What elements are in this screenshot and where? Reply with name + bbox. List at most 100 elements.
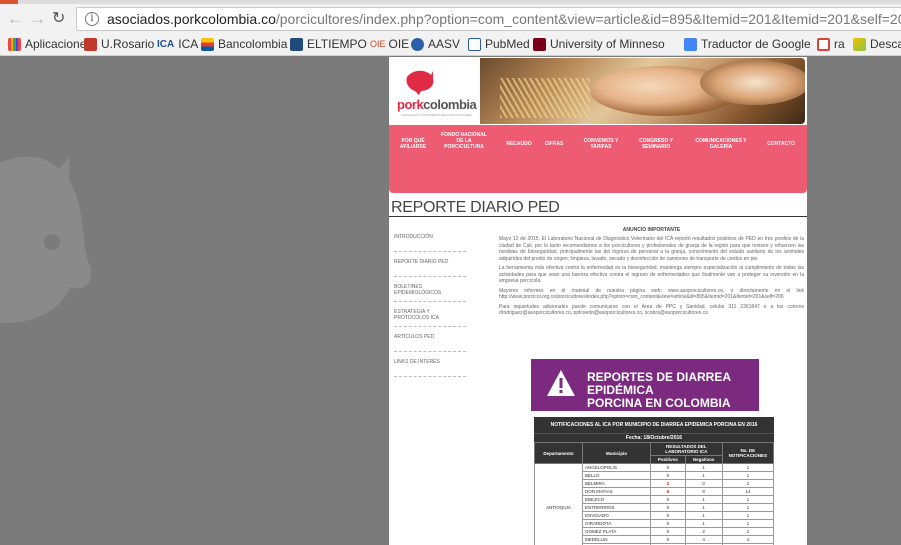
pig-silhouette-icon: [0, 156, 92, 323]
menu-item-congreso[interactable]: CONGRESO Y SEMINARIO: [635, 138, 677, 150]
sidebar-item-articulos[interactable]: ARTÍCULOS PED: [394, 327, 466, 352]
bookmark-ica[interactable]: ICA ICA: [157, 37, 198, 51]
menu-item-fondo-nacional[interactable]: FONDO NACIONAL DE LA PORCICULTURA: [440, 132, 488, 150]
aasv-icon: [411, 37, 424, 51]
url-path: /porcicultores/index.php?option=com_cont…: [275, 11, 901, 27]
municipio-cell: GIRARDOTA: [582, 519, 651, 528]
pos-cell: 0: [650, 503, 686, 512]
sidebar-item-estrategia[interactable]: ESTRATEGIA Y PROTOCOLOS ICA: [394, 302, 466, 327]
not-cell: 1: [721, 503, 775, 512]
pos-cell: 0: [650, 535, 686, 544]
sidebar-item-introduccion[interactable]: INTRODUCCIÓN: [394, 227, 466, 252]
info-icon[interactable]: i: [85, 12, 99, 26]
pos-cell: 0: [650, 527, 686, 536]
bookmark-label: AASV: [428, 37, 461, 51]
sidebar-nav: INTRODUCCIÓN REPORTE DIARIO PED BOLETINE…: [394, 227, 466, 377]
url-host: asociados.porkcolombia.co: [107, 11, 276, 27]
page-viewport[interactable]: porkcolombia ASOCIACIÓN COLOMBIANA DE PO…: [0, 57, 901, 545]
menu-item-afiliarse[interactable]: POR QUÉ AFILIARSE: [395, 138, 431, 150]
bookmark-pubmed[interactable]: PubMed: [468, 37, 530, 51]
url-text[interactable]: asociados.porkcolombia.co/porcicultores/…: [107, 11, 901, 27]
banner-roast-slice: [700, 60, 805, 105]
article-paragraph: La herramienta más efectiva contra la en…: [499, 265, 804, 284]
bookmark-label: ICA: [178, 37, 199, 51]
neg-cell: 1: [684, 495, 723, 504]
col-positivos: Positivos: [650, 455, 686, 464]
apps-grid-icon: [8, 37, 21, 51]
neg-cell: 1: [684, 503, 723, 512]
header-banner-image: [480, 58, 805, 124]
bookmark-umn[interactable]: University of Minneso: [533, 37, 665, 51]
menu-item-convenios[interactable]: CONVENIOS Y TARIFAS: [576, 138, 626, 150]
bookmark-descargas[interactable]: Descarg: [853, 37, 901, 51]
notifications-grid: Departamento Municipio RESULTADOS DEL LA…: [534, 442, 775, 545]
bancolombia-icon: [201, 37, 214, 51]
umn-icon: [533, 37, 546, 51]
neg-cell: 2: [684, 527, 723, 536]
bookmark-urosario[interactable]: U.Rosario: [84, 37, 154, 51]
not-cell: 1: [721, 463, 775, 472]
google-translate-icon: [684, 37, 697, 51]
municipio-cell: BELLO: [582, 471, 651, 480]
table-title: NOTIFICACIONES AL ICA POR MUNICIPIO DE D…: [534, 417, 774, 433]
sidebar-item-boletines[interactable]: BOLETINES EPIDEMIOLÓGICOS: [394, 277, 466, 302]
back-arrow-icon[interactable]: ←: [7, 9, 24, 29]
logo-suffix: colombia: [423, 97, 477, 112]
sidebar-item-links[interactable]: LINKS DE INTERÉS: [394, 352, 466, 377]
ica-logo-icon: ICA: [157, 38, 175, 50]
municipio-cell: MEDELLIN: [582, 535, 651, 544]
banner-line-2: PORCINA EN COLOMBIA: [587, 396, 731, 410]
table-row: ANTIOQUIA ANGELOPOLIS 0 1 1: [534, 463, 775, 545]
eltiempo-icon: [290, 37, 303, 51]
not-cell: 2: [721, 479, 775, 488]
municipio-cell: ANGELOPOLIS: [582, 463, 651, 472]
col-resultados: RESULTADOS DEL LABORATORIO ICA: [650, 442, 723, 456]
bookmark-aasv[interactable]: AASV: [411, 37, 460, 51]
main-menu: POR QUÉ AFILIARSE FONDO NACIONAL DE LA P…: [389, 125, 807, 193]
logo-prefix: pork: [397, 97, 424, 112]
col-municipio: Municipio: [582, 442, 651, 464]
bookmark-oie[interactable]: OIE OIE: [370, 37, 409, 51]
address-bar[interactable]: i asociados.porkcolombia.co/porcicultore…: [76, 7, 901, 31]
bookmark-gmail[interactable]: ra: [817, 37, 845, 51]
bookmark-translate[interactable]: Traductor de Google: [684, 37, 811, 51]
menu-item-recaudo[interactable]: RECAUDO: [502, 141, 536, 147]
oie-logo-icon: OIE: [370, 39, 386, 49]
banner-line-1: REPORTES DE DIARREA EPIDÉMICA: [587, 370, 731, 397]
not-cell: 1: [721, 495, 775, 504]
menu-item-contacto[interactable]: CONTACTO: [759, 141, 803, 147]
pos-cell: 0: [650, 471, 686, 480]
not-cell: 1: [721, 471, 775, 480]
neg-cell: 1: [684, 463, 723, 472]
bookmark-label: Bancolombia: [218, 37, 288, 51]
pos-cell: 0: [650, 511, 686, 520]
ped-notifications-table: NOTIFICACIONES AL ICA POR MUNICIPIO DE D…: [534, 417, 775, 545]
col-negativos: Negativos: [684, 455, 723, 464]
pos-cell: 0: [650, 463, 686, 472]
municipio-cell: ENTRERRIOS: [582, 503, 651, 512]
pos-cell: 0: [650, 495, 686, 504]
porkcolombia-logo[interactable]: porkcolombia ASOCIACIÓN COLOMBIANA DE PO…: [395, 67, 485, 119]
bookmark-label: Descarg: [870, 37, 901, 51]
neg-cell: 1: [684, 519, 723, 528]
neg-cell: 1: [684, 511, 723, 520]
neg-cell: 1: [684, 471, 723, 480]
warning-icon: [547, 370, 575, 396]
not-cell: 1: [721, 511, 775, 520]
sidebar-item-reporte-diario[interactable]: REPORTE DIARIO PED: [394, 252, 466, 277]
not-cell: 14: [721, 487, 775, 496]
ped-reports-banner[interactable]: REPORTES DE DIARREA EPIDÉMICA PORCINA EN…: [531, 359, 759, 411]
bookmark-bancolombia[interactable]: Bancolombia: [201, 37, 287, 51]
menu-item-comunicaciones[interactable]: COMUNICACIONES Y GALERÍA: [691, 138, 751, 150]
bookmark-label: Traductor de Google: [701, 37, 811, 51]
reload-icon[interactable]: ↻: [52, 9, 65, 29]
bookmark-apps[interactable]: Aplicaciones: [8, 37, 92, 51]
col-notificaciones: No. DE NOTIFICACIONES: [721, 442, 775, 464]
menu-item-cifras[interactable]: CIFRAS: [539, 141, 569, 147]
forward-arrow-icon[interactable]: →: [29, 9, 46, 29]
col-departamento: Departamento: [534, 442, 583, 464]
article-content: ANUNCIO IMPORTANTE Mayo 12 de 2015. El L…: [499, 227, 804, 320]
not-cell: 4: [721, 535, 775, 544]
bookmark-eltiempo[interactable]: ELTIEMPO: [290, 37, 367, 51]
logo-tagline: ASOCIACIÓN COLOMBIANA DE PORCICULTORES: [401, 113, 472, 117]
